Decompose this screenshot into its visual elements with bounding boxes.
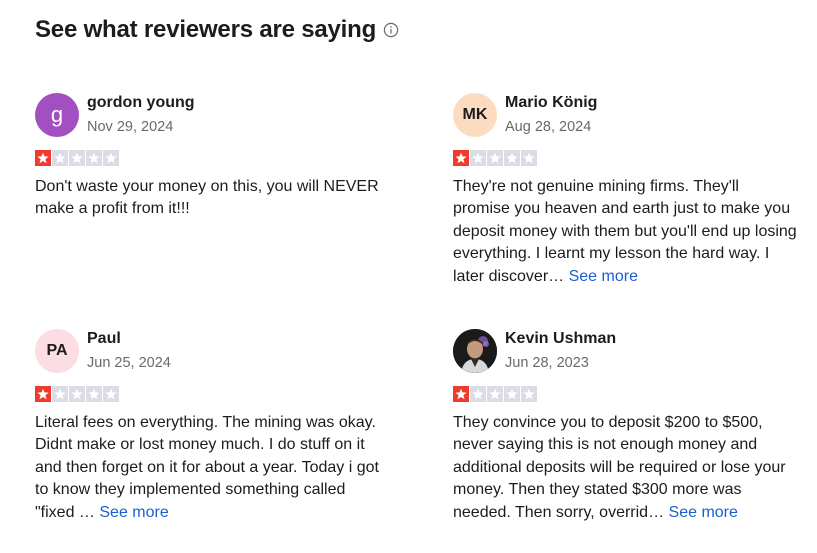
- see-more-link[interactable]: See more: [99, 504, 168, 521]
- reviewer-name[interactable]: Mario König: [505, 93, 597, 113]
- star-empty-icon: [103, 386, 119, 402]
- review-date: Nov 29, 2024: [87, 118, 174, 135]
- avatar: MK: [453, 93, 497, 137]
- see-more-link[interactable]: See more: [569, 268, 638, 285]
- star-empty-icon: [487, 150, 503, 166]
- star-empty-icon: [69, 150, 85, 166]
- review-text-content: Don't waste your money on this, you will…: [35, 178, 379, 218]
- see-more-link[interactable]: See more: [669, 504, 738, 521]
- review-card: MK Mario König Aug 28, 2024 They're not …: [453, 93, 798, 288]
- avatar-photo: [453, 329, 497, 373]
- star-filled-icon: [453, 386, 469, 402]
- reviewer-name[interactable]: gordon young: [87, 93, 195, 113]
- avatar-initials: PA: [46, 342, 68, 359]
- review-text: Literal fees on everything. The mining w…: [35, 412, 380, 524]
- star-rating: [35, 386, 380, 402]
- avatar: g: [35, 93, 79, 137]
- section-title: See what reviewers are saying: [35, 16, 377, 43]
- star-empty-icon: [470, 150, 486, 166]
- review-card: g gordon young Nov 29, 2024 Don't waste …: [35, 93, 380, 221]
- star-empty-icon: [521, 150, 537, 166]
- info-icon[interactable]: [383, 22, 399, 38]
- avatar-initials: g: [50, 102, 64, 127]
- review-date: Jun 25, 2024: [87, 354, 171, 371]
- star-empty-icon: [504, 386, 520, 402]
- person-photo-icon: [453, 329, 497, 373]
- star-filled-icon: [35, 150, 51, 166]
- review-text: They convince you to deposit $200 to $50…: [453, 412, 798, 524]
- star-empty-icon: [103, 150, 119, 166]
- star-empty-icon: [470, 386, 486, 402]
- star-empty-icon: [504, 150, 520, 166]
- star-filled-icon: [453, 150, 469, 166]
- star-empty-icon: [52, 386, 68, 402]
- section-header: See what reviewers are saying: [35, 16, 399, 44]
- review-date: Jun 28, 2023: [505, 354, 589, 371]
- review-card: PA Paul Jun 25, 2024 Literal fees on eve…: [35, 329, 380, 524]
- star-empty-icon: [69, 386, 85, 402]
- avatar: PA: [35, 329, 79, 373]
- review-text: Don't waste your money on this, you will…: [35, 176, 380, 221]
- star-rating: [453, 386, 798, 402]
- review-text: They're not genuine mining firms. They'l…: [453, 176, 798, 288]
- review-card: Kevin Ushman Jun 28, 2023 They convince …: [453, 329, 798, 524]
- review-text-content: Literal fees on everything. The mining w…: [35, 414, 379, 521]
- star-rating: [453, 150, 798, 166]
- star-filled-icon: [35, 386, 51, 402]
- star-empty-icon: [521, 386, 537, 402]
- reviewer-name[interactable]: Kevin Ushman: [505, 329, 616, 349]
- review-date: Aug 28, 2024: [505, 118, 592, 135]
- star-rating: [35, 150, 380, 166]
- star-empty-icon: [52, 150, 68, 166]
- star-empty-icon: [86, 386, 102, 402]
- avatar-initials: MK: [462, 106, 488, 123]
- star-empty-icon: [86, 150, 102, 166]
- star-empty-icon: [487, 386, 503, 402]
- reviewer-name[interactable]: Paul: [87, 329, 171, 349]
